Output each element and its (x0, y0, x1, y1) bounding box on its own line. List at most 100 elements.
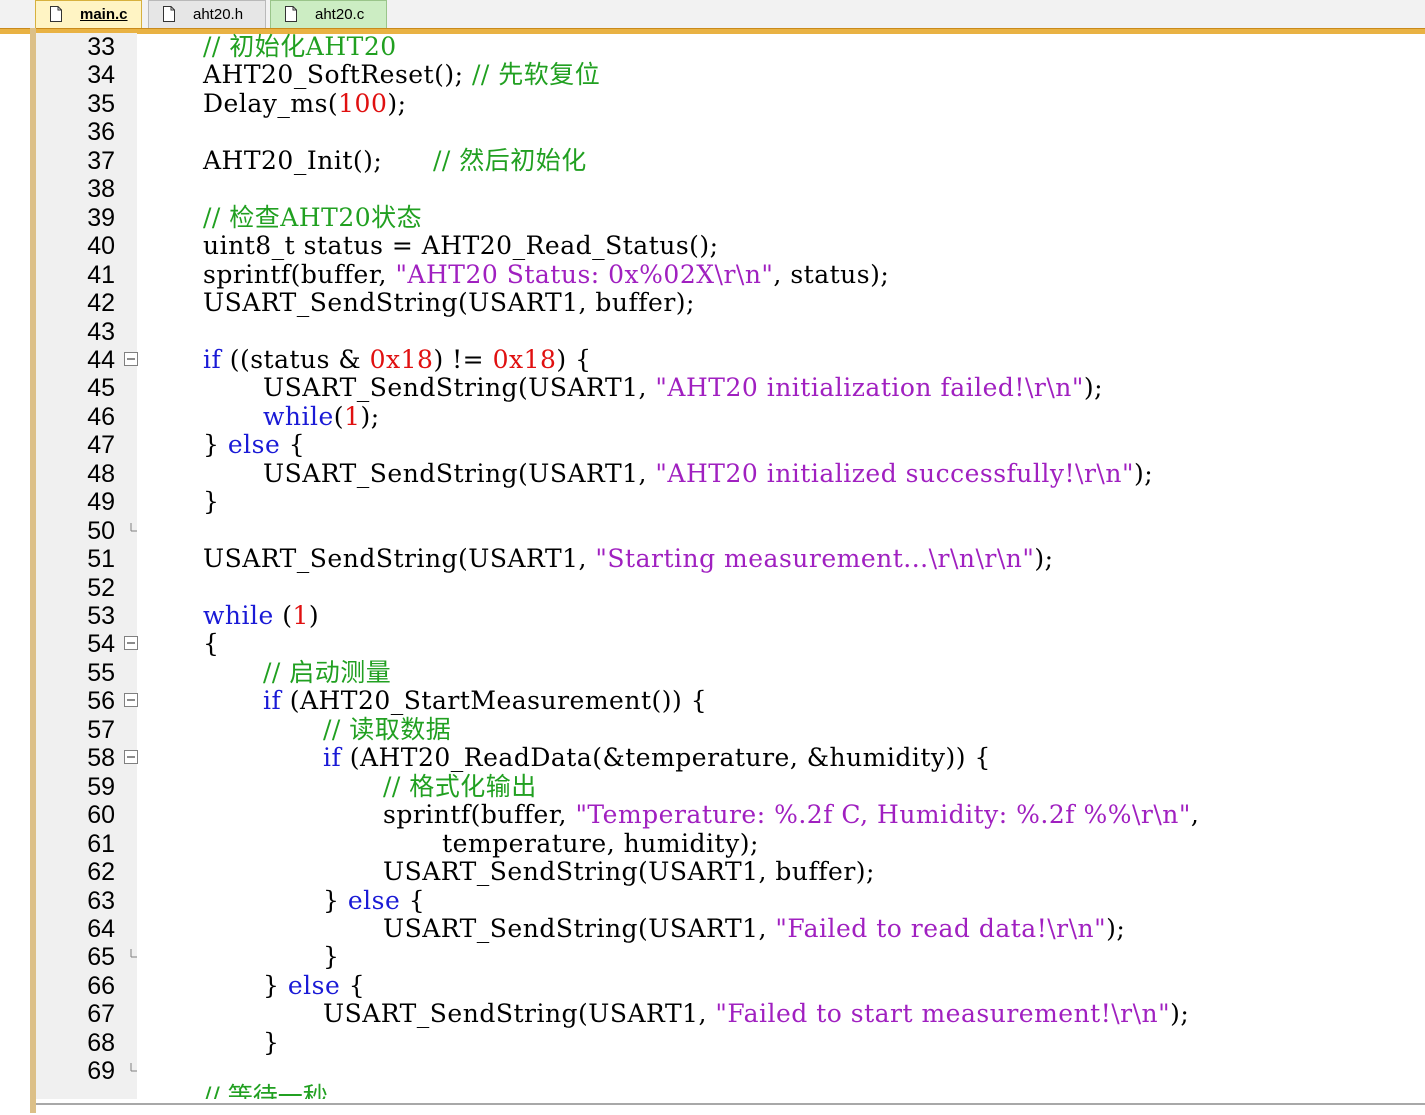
code-line[interactable]: 47} else { (36, 430, 1425, 460)
code-line[interactable]: 63} else { (36, 886, 1425, 915)
code-line[interactable]: 34 AHT20_SoftReset(); // 先软复位 (36, 60, 1425, 90)
code-line[interactable]: 46 while(1); (36, 401, 1425, 431)
code-text: // 检查AHT20状态 (203, 203, 422, 232)
code-line[interactable]: 60 sprintf(buffer, "Temperature: %.2f C, … (36, 800, 1425, 830)
line-number: 65 (87, 943, 115, 972)
line-number: 58 (87, 744, 115, 773)
code-line[interactable]: 52 (36, 574, 1425, 602)
plain-token: ); (1133, 458, 1154, 488)
line-number: 66 (87, 971, 115, 1000)
tab-aht20-h[interactable]: aht20.h (148, 0, 266, 28)
number-token: 100 (338, 88, 388, 118)
code-line[interactable]: 35 Delay_ms(100); (36, 88, 1425, 118)
line-number: 40 (87, 232, 115, 261)
line-number: 48 (87, 459, 115, 488)
comment-token: // 启动测量 (263, 657, 392, 687)
code-line[interactable]: 58 if (AHT20_ReadData(&temperature, &humi… (36, 743, 1425, 773)
fold-end-icon (130, 522, 137, 532)
fold-end-icon (130, 1063, 137, 1072)
plain-token: ); (360, 401, 380, 431)
code-line[interactable]: 55 // 启动测量 (36, 657, 1425, 687)
code-line[interactable]: 44 if ((status & 0x18) != 0x18) { (36, 344, 1425, 374)
line-number: 56 (87, 687, 115, 716)
line-number: 63 (87, 886, 115, 915)
code-line[interactable]: 68} (36, 1028, 1425, 1057)
code-line[interactable]: 40 uint8_t status = AHT20_Read_Status(); (36, 231, 1425, 261)
fold-collapse-icon[interactable] (124, 636, 138, 651)
code-line[interactable]: 36 (36, 118, 1425, 146)
code-line[interactable]: 57 // 读取数据 (36, 715, 1425, 744)
tab-main-c[interactable]: main.c (35, 0, 142, 28)
code-editor[interactable]: 33 // 初始化AHT20 34 AHT20_SoftReset(); // 先软复… (36, 33, 1425, 1099)
code-line[interactable]: 66} else { (36, 970, 1425, 1000)
plain-token: USART_SendString(USART1, buffer); (383, 857, 875, 887)
code-line[interactable]: 43 (36, 318, 1425, 346)
code-line[interactable]: 49} (36, 487, 1425, 517)
line-number: 34 (87, 61, 115, 90)
keyword-token: while (203, 601, 274, 630)
comment-token: // 先软复位 (472, 60, 601, 90)
line-number: 42 (87, 289, 115, 318)
string-token: "AHT20 Status: 0x%02X\r\n" (395, 259, 774, 289)
plain-token: , status); (773, 259, 890, 289)
line-number: 67 (87, 1000, 115, 1029)
line-number: 52 (87, 573, 115, 602)
code-line[interactable]: 59 // 格式化输出 (36, 772, 1425, 801)
plain-token: } (203, 487, 220, 517)
code-line[interactable]: 38 (36, 175, 1425, 203)
line-number: 69 (87, 1057, 115, 1086)
code-line[interactable]: 53 while (1) (36, 601, 1425, 630)
line-number: 49 (87, 488, 115, 517)
code-line[interactable]: 48 USART_SendString(USART1, "AHT20 initia… (36, 458, 1425, 488)
code-line[interactable]: 54 { (36, 630, 1425, 659)
keyword-token: if (323, 743, 342, 773)
line-number: 61 (87, 829, 115, 858)
code-line[interactable]: 69 (36, 1057, 1425, 1085)
line-number: 60 (87, 801, 115, 830)
plain-token: AHT20_Init(); (203, 145, 433, 175)
line-number: 33 (87, 33, 115, 61)
code-line[interactable]: 37 AHT20_Init(); // 然后初始化 (36, 145, 1425, 175)
code-line[interactable]: 62 USART_SendString(USART1, buffer); (36, 857, 1425, 887)
horizontal-scrollbar[interactable] (36, 1103, 1425, 1115)
code-line[interactable]: 64 USART_SendString(USART1, "Failed to re… (36, 914, 1425, 943)
fold-collapse-icon[interactable] (124, 693, 138, 708)
code-line[interactable]: 41 sprintf(buffer, "AHT20 Status: 0x%02X\… (36, 259, 1425, 289)
line-number: 35 (87, 89, 115, 118)
tab-aht20-c[interactable]: aht20.c (270, 0, 387, 28)
code-line[interactable]: 39 // 检查AHT20状态 (36, 203, 1425, 232)
number-token: 0x18 (492, 344, 557, 374)
file-icon (285, 6, 297, 22)
code-line[interactable]: 45 USART_SendString(USART1, "AHT20 initia… (36, 374, 1425, 403)
plain-token: } (323, 942, 340, 972)
keyword-token: else (227, 430, 281, 460)
plain-token: ); (1034, 544, 1054, 574)
code-text: AHT20_Init(); // 然后初始化 (203, 145, 587, 175)
tab-label: aht20.c (315, 6, 365, 23)
fold-collapse-icon[interactable] (124, 750, 138, 765)
code-text: sprintf(buffer, "AHT20 Status: 0x%02X\r\… (203, 259, 890, 289)
code-line[interactable]: 42 USART_SendString(USART1, buffer); (36, 288, 1425, 318)
code-line[interactable]: 56 if (AHT20_StartMeasurement()) { (36, 686, 1425, 716)
keyword-token: if (263, 686, 282, 716)
code-line[interactable]: 33 // 初始化AHT20 (36, 33, 1425, 61)
plain-token: { (280, 430, 306, 460)
code-line[interactable]: 65} (36, 942, 1425, 972)
keyword-token: else (287, 970, 341, 1000)
plain-token: { (340, 970, 366, 1000)
code-line[interactable]: 51 USART_SendString(USART1, "Starting mea… (36, 544, 1425, 574)
plain-token: ) { (556, 344, 592, 374)
code-line[interactable]: 61 temperature, humidity); (36, 829, 1425, 858)
code-line[interactable]: 67 USART_SendString(USART1, "Failed to st… (36, 1000, 1425, 1029)
code-text: while (1) (203, 601, 319, 630)
plain-token: } (203, 430, 228, 460)
plain-token: } (263, 970, 288, 1000)
code-text: uint8_t status = AHT20_Read_Status(); (203, 231, 719, 260)
fold-collapse-icon[interactable] (124, 351, 138, 366)
plain-token: sprintf(buffer, (203, 259, 396, 289)
plain-token: sprintf(buffer, (383, 800, 576, 830)
plain-token: AHT20_SoftReset(); (203, 60, 472, 90)
line-number: 46 (87, 402, 115, 431)
code-line[interactable]: 50 (36, 517, 1425, 545)
line-number: 45 (87, 374, 115, 403)
